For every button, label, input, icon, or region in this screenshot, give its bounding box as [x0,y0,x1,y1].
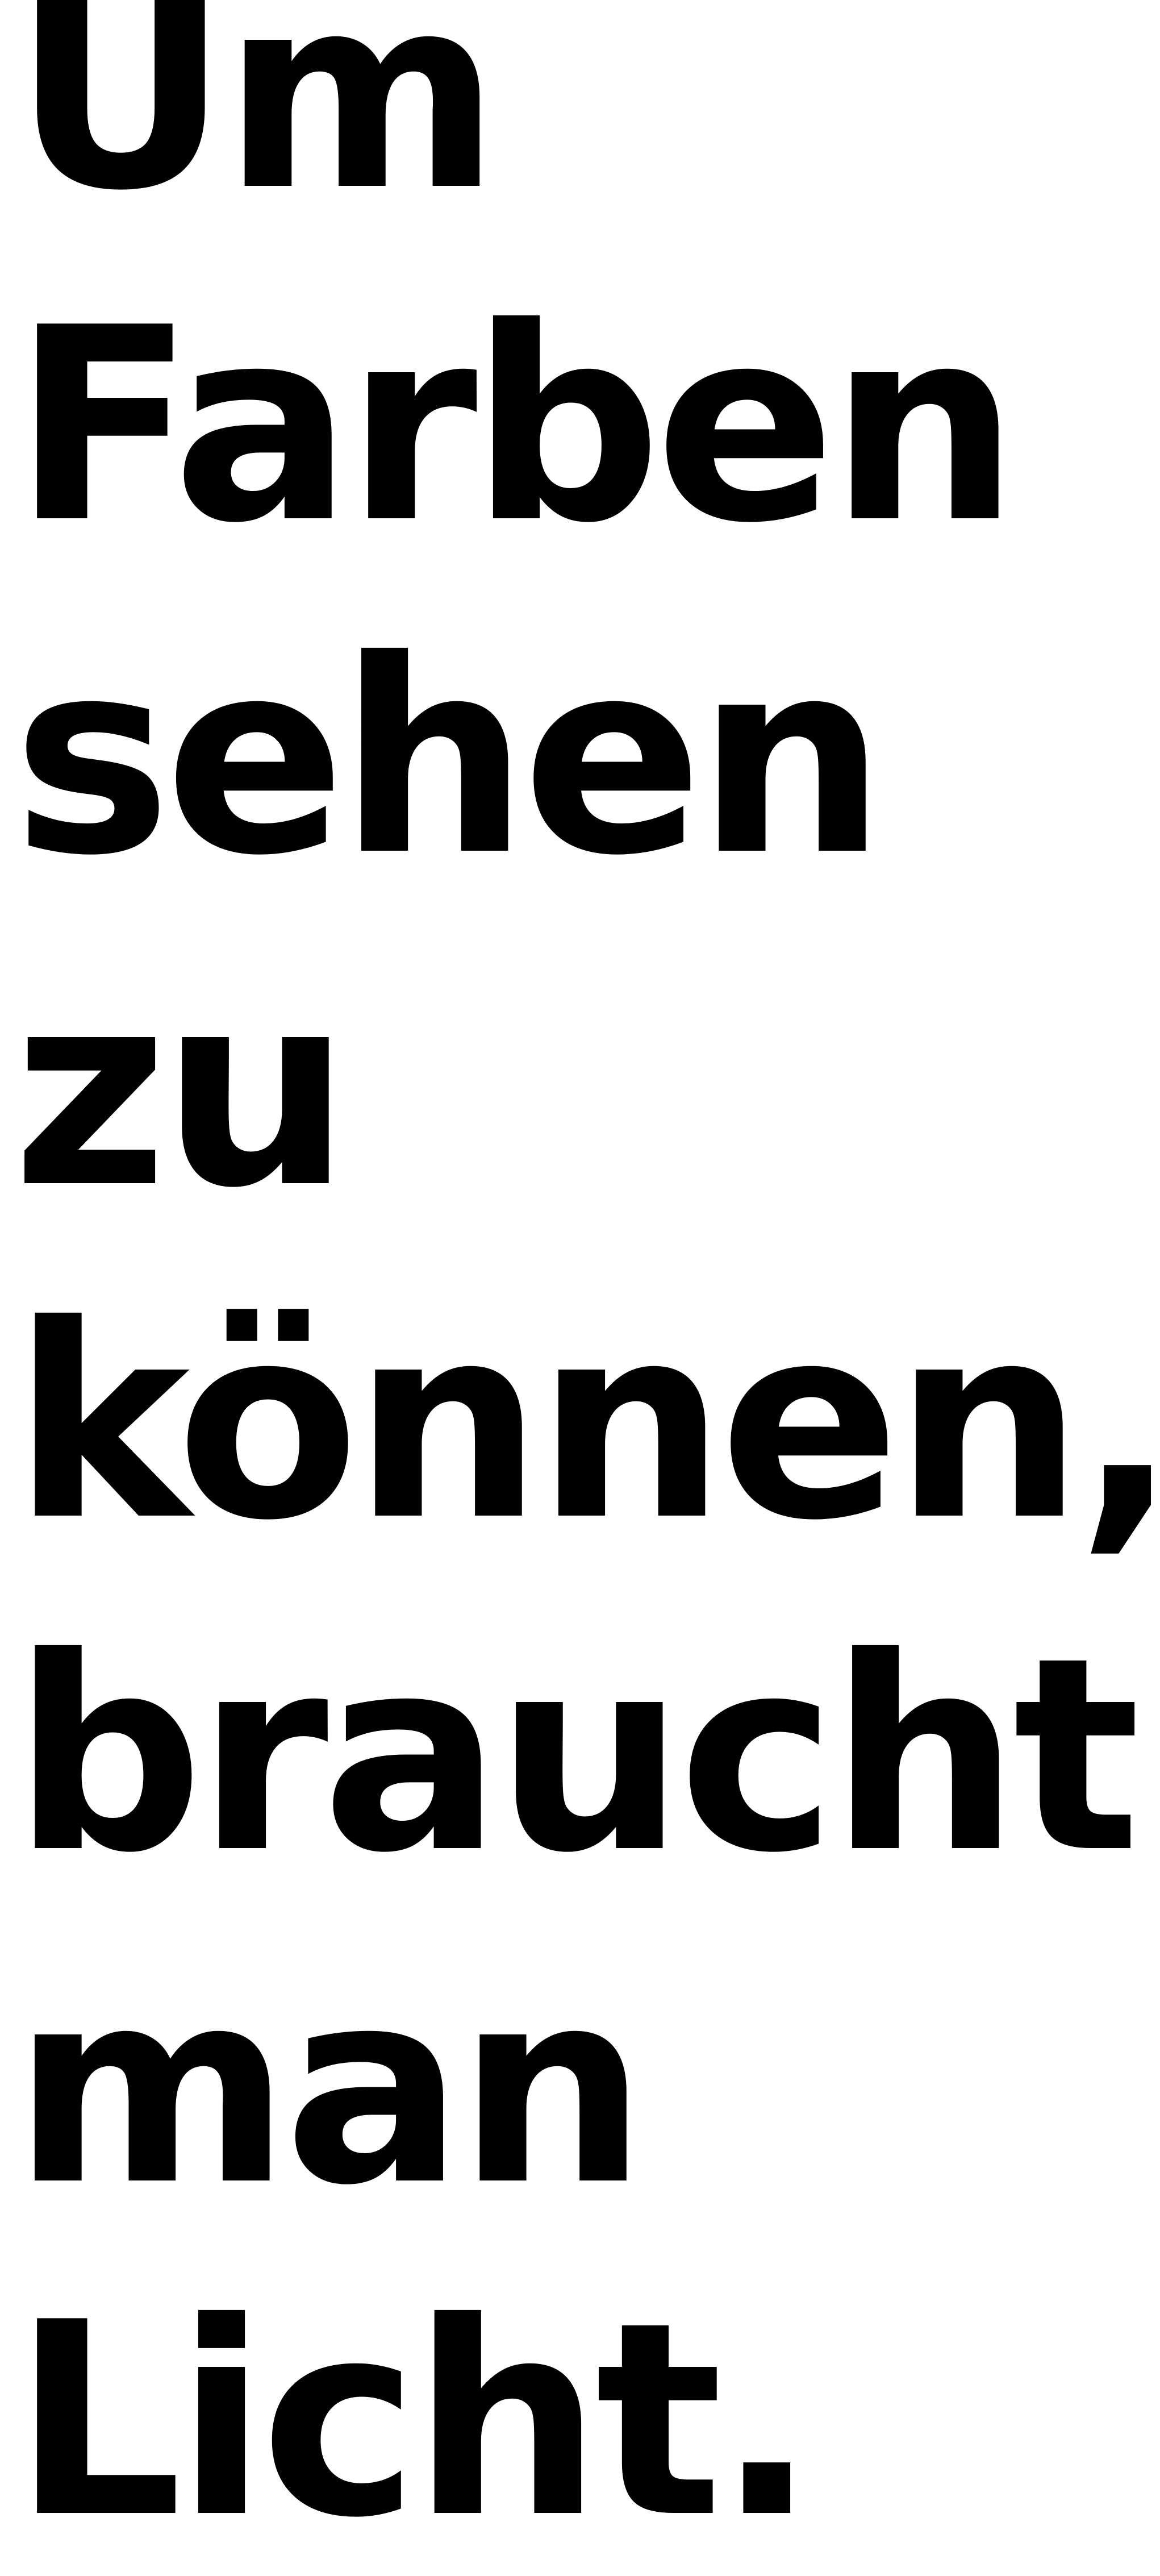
quote-line-8: Licht. [12,2265,817,2576]
quote-line-6: braucht [12,1600,1141,1911]
quote-poster: Um Farben sehen zu können, braucht man L… [0,0,1160,2554]
quote-line-7: man [12,1933,647,2244]
quote-line-3: sehen [12,603,886,914]
quote-line-4: zu [12,935,351,1246]
quote-line-1: Um [12,0,500,249]
quote-line-5: können, [12,1268,1160,1579]
quote-line-2: Farben [12,270,1019,581]
